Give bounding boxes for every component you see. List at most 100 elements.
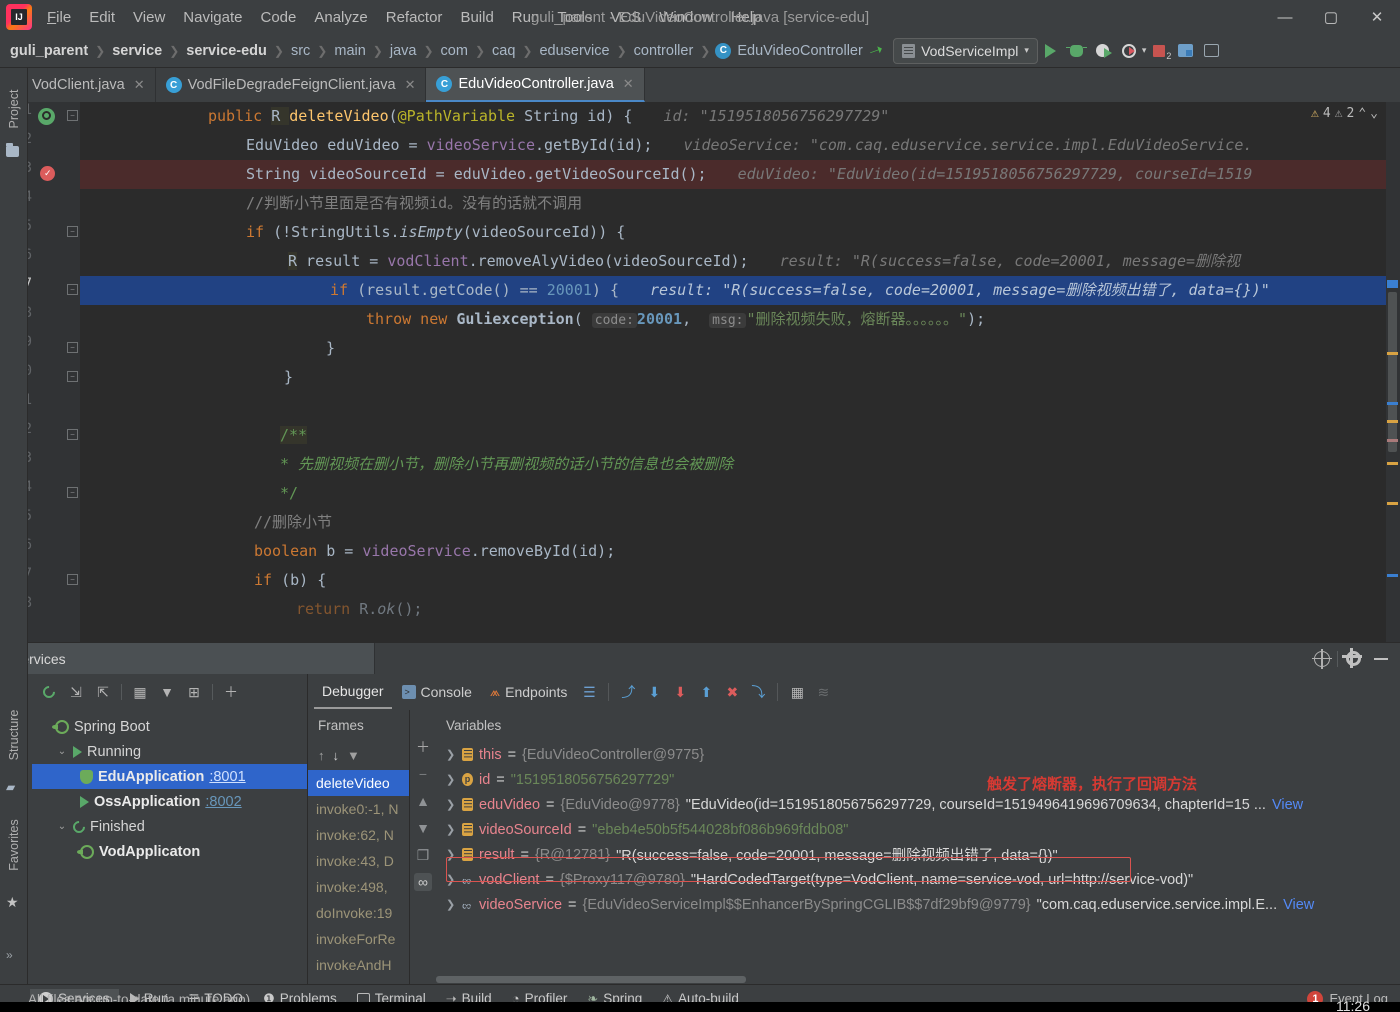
- up-arrow-icon[interactable]: ↑: [318, 748, 325, 763]
- collapse-all-icon[interactable]: ⇱: [91, 680, 115, 704]
- code-line-53[interactable]: * 先删视频在删小节，删除小节再删视频的话小节的信息也会被删除: [80, 450, 1386, 479]
- menu-refactor[interactable]: Refactor: [377, 5, 452, 30]
- variable-row-vodclient[interactable]: ❯ ∞ vodClient = {$Proxy117@9780} "HardCo…: [436, 867, 1400, 892]
- add-frame-icon[interactable]: ⊞: [182, 680, 206, 704]
- terminal-button[interactable]: [1198, 38, 1224, 64]
- frame-item[interactable]: invoke0:-1, N: [308, 796, 409, 822]
- step-into-icon[interactable]: ⬇: [642, 680, 666, 704]
- tree-twisty[interactable]: ⌄: [56, 746, 68, 757]
- menu-navigate[interactable]: Navigate: [174, 5, 251, 30]
- view-link[interactable]: View: [1272, 797, 1303, 813]
- close-icon[interactable]: ✕: [623, 76, 634, 92]
- frame-item[interactable]: invokeAndH: [308, 952, 409, 978]
- fold-marker[interactable]: −: [67, 110, 78, 121]
- stripe-marker-info[interactable]: [1387, 402, 1398, 405]
- code-line-47[interactable]: if (result.getCode() == 20001) { result:…: [80, 276, 1386, 305]
- fold-marker[interactable]: −: [67, 371, 78, 382]
- fold-marker[interactable]: −: [67, 284, 78, 295]
- view-link[interactable]: View: [1283, 897, 1314, 913]
- chevron-right-icon[interactable]: ❯: [446, 848, 456, 861]
- close-icon[interactable]: ✕: [134, 77, 145, 93]
- stripe-marker-error[interactable]: [1387, 439, 1398, 442]
- remove-icon[interactable]: −: [414, 765, 432, 783]
- tab-eduvideocontroller[interactable]: C EduVideoController.java ✕: [426, 68, 645, 102]
- project-structure-button[interactable]: [1172, 38, 1198, 64]
- code-line-45[interactable]: if (!StringUtils.isEmpty(videoSourceId))…: [80, 218, 1386, 247]
- run-button[interactable]: [1038, 38, 1064, 64]
- tab-endpoints[interactable]: ⩕ Endpoints: [482, 675, 576, 709]
- code-line-55[interactable]: //删除小节: [80, 508, 1386, 537]
- tree-item-ossapplication[interactable]: OssApplication :8002: [32, 789, 307, 814]
- sidebar-item-structure[interactable]: Structure: [7, 697, 21, 773]
- menu-edit[interactable]: Edit: [80, 5, 124, 30]
- close-icon[interactable]: ✕: [405, 77, 416, 93]
- frame-item[interactable]: doInvoke:19: [308, 900, 409, 926]
- settings-list-icon[interactable]: ≋: [811, 680, 835, 704]
- frame-item[interactable]: invokeForRe: [308, 926, 409, 952]
- move-up-icon[interactable]: ▲: [414, 792, 432, 810]
- breadcrumb-com[interactable]: com: [439, 43, 470, 59]
- drop-frame-icon[interactable]: ✖: [720, 680, 744, 704]
- profile-button[interactable]: [1116, 38, 1142, 64]
- down-arrow-icon[interactable]: ↓: [333, 748, 340, 763]
- variables-hscrollbar[interactable]: [436, 976, 1400, 984]
- chevron-right-icon[interactable]: ❯: [446, 823, 456, 836]
- variable-row-result[interactable]: ❯ result = {R@12781} "R(success=false, c…: [436, 842, 1400, 867]
- menu-help[interactable]: Help: [722, 5, 771, 30]
- run-gutter-icon[interactable]: [38, 108, 55, 125]
- fold-marker[interactable]: −: [67, 429, 78, 440]
- code-line-49[interactable]: }: [80, 334, 1386, 363]
- editor-text-area[interactable]: ⚠ 4 ⚠ 2 ⌃ ⌄ public R deleteVideo(@PathVa…: [80, 102, 1386, 642]
- run-to-cursor-icon[interactable]: ⤵: [746, 680, 770, 704]
- stripe-marker-info[interactable]: [1387, 574, 1398, 577]
- chevron-right-icon[interactable]: ❯: [446, 873, 456, 886]
- add-icon[interactable]: ＋: [219, 680, 243, 704]
- breakpoint-icon[interactable]: ✓: [40, 166, 55, 181]
- frame-item[interactable]: deleteVideo: [308, 770, 409, 796]
- breadcrumb-main[interactable]: main: [332, 43, 367, 59]
- frame-item[interactable]: invoke:498,: [308, 874, 409, 900]
- menu-build[interactable]: Build: [451, 5, 502, 30]
- services-title[interactable]: Services: [0, 642, 375, 675]
- code-editor[interactable]: 41 42 43 44 45 46 47 48 49 50 51 52 53 5…: [0, 102, 1400, 642]
- breadcrumb-class[interactable]: EduVideoController: [735, 43, 864, 59]
- minimize-button[interactable]: —: [1262, 0, 1308, 34]
- code-line-43[interactable]: String videoSourceId = eduVideo.getVideo…: [80, 160, 1386, 189]
- expand-all-icon[interactable]: ⇲: [64, 680, 88, 704]
- menu-window[interactable]: Window: [650, 5, 721, 30]
- breadcrumb-guli-parent[interactable]: guli_parent: [8, 43, 90, 59]
- menu-vcs[interactable]: VCS: [601, 5, 650, 30]
- debug-button[interactable]: [1064, 38, 1090, 64]
- tree-item-port[interactable]: :8002: [205, 794, 241, 810]
- sidebar-item-favorites[interactable]: Favorites: [7, 807, 21, 883]
- chevron-right-icon[interactable]: ❯: [446, 773, 456, 786]
- prev-problem-icon[interactable]: ⌃: [1358, 106, 1366, 121]
- tree-item-vodapplicaton[interactable]: VodApplicaton: [32, 839, 307, 864]
- services-tree[interactable]: Spring Boot ⌄ Running EduApplication :80…: [32, 710, 307, 984]
- more-icon[interactable]: »: [6, 948, 21, 963]
- tree-twisty[interactable]: ⌄: [56, 821, 68, 832]
- filter-icon[interactable]: ▼: [347, 748, 360, 763]
- breadcrumb-src[interactable]: src: [289, 43, 312, 59]
- tab-console[interactable]: > Console: [394, 675, 480, 709]
- build-hammer-icon[interactable]: ➝: [866, 39, 886, 63]
- copy-icon[interactable]: ❐: [414, 846, 432, 864]
- run-with-coverage-button[interactable]: [1090, 38, 1116, 64]
- variables-hscrollbar-thumb[interactable]: [436, 976, 746, 983]
- breadcrumb-eduservice[interactable]: eduservice: [537, 43, 611, 59]
- menu-tools[interactable]: Tools: [548, 5, 601, 30]
- chevron-right-icon[interactable]: ❯: [446, 798, 456, 811]
- code-line-56[interactable]: boolean b = videoService.removeById(id);: [80, 537, 1386, 566]
- breadcrumb-controller[interactable]: controller: [632, 43, 696, 59]
- frame-item[interactable]: invoke:62, N: [308, 822, 409, 848]
- move-down-icon[interactable]: ▼: [414, 819, 432, 837]
- menu-code[interactable]: Code: [252, 5, 306, 30]
- tree-item-spring-boot[interactable]: Spring Boot: [32, 714, 307, 739]
- variables-list[interactable]: ❯ this = {EduVideoController@9775} ❯ id …: [436, 740, 1400, 984]
- stripe-marker-warning[interactable]: [1387, 420, 1398, 423]
- tab-vodfiledegradefeignclient[interactable]: C VodFileDegradeFeignClient.java ✕: [156, 68, 427, 102]
- hide-panel-button[interactable]: [1368, 646, 1394, 672]
- editor-scrollbar-thumb[interactable]: [1388, 292, 1397, 452]
- step-out-icon[interactable]: ⬆: [694, 680, 718, 704]
- stripe-marker-warning[interactable]: [1387, 502, 1398, 505]
